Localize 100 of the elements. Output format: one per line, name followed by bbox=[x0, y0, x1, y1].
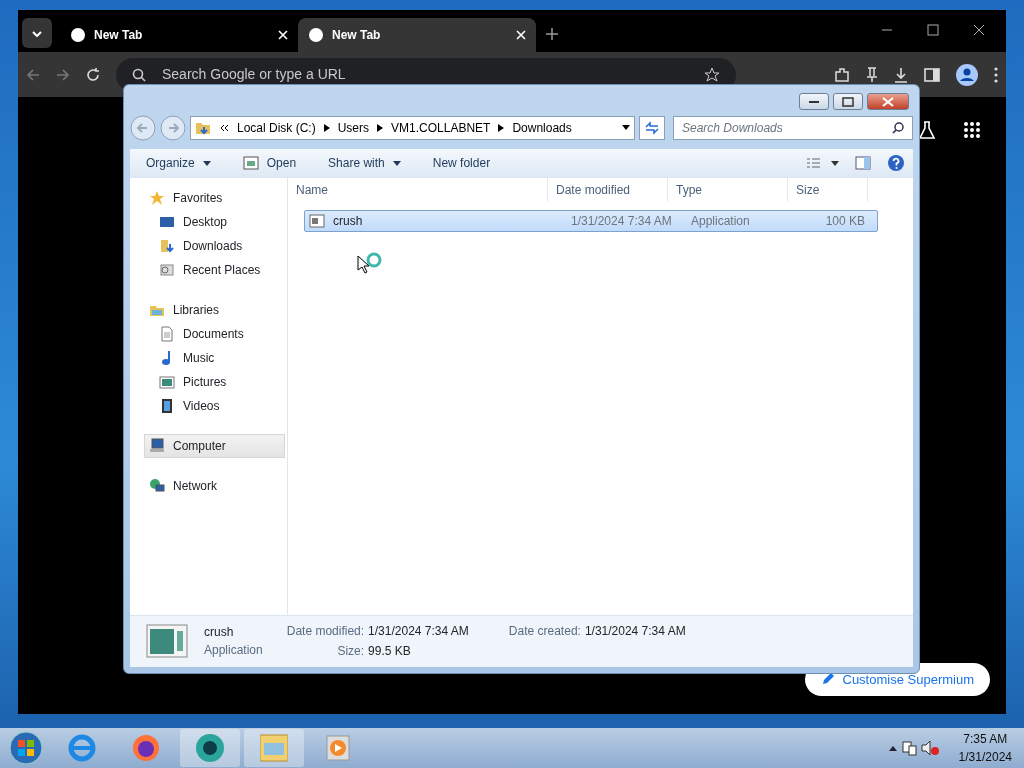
clock-date: 1/31/2024 bbox=[958, 749, 1012, 766]
downloads-icon bbox=[159, 238, 175, 255]
file-name: crush bbox=[204, 624, 235, 642]
nav-item[interactable]: Network bbox=[144, 474, 285, 499]
toolbar-button[interactable]: Organize bbox=[138, 152, 219, 175]
download-icon[interactable] bbox=[894, 66, 908, 83]
close-button[interactable] bbox=[867, 93, 909, 110]
refresh-icon[interactable] bbox=[644, 120, 660, 135]
caret-icon bbox=[392, 160, 401, 166]
tab-title: New Tab bbox=[332, 27, 382, 44]
detail-value: 1/31/2024 7:34 AM bbox=[584, 623, 686, 641]
browser-tab[interactable]: New Tab bbox=[60, 18, 298, 52]
star-icon bbox=[149, 190, 165, 207]
breadcrumb-item[interactable]: Local Disk (C:) bbox=[237, 118, 316, 137]
file-row[interactable]: crush 1/31/2024 7:34 AM Application 100 KB bbox=[304, 210, 878, 233]
show-hidden-icon[interactable] bbox=[888, 745, 897, 751]
forward-icon[interactable] bbox=[56, 67, 70, 82]
column-header[interactable]: Name bbox=[288, 178, 548, 203]
view-icon[interactable] bbox=[807, 157, 839, 170]
triangle-icon bbox=[377, 123, 384, 132]
column-header[interactable]: Date modified bbox=[548, 178, 668, 203]
maximize-icon[interactable] bbox=[842, 96, 854, 107]
detail-label: Size: bbox=[336, 643, 365, 661]
apps-grid-icon[interactable] bbox=[963, 121, 981, 139]
column-header[interactable]: Size bbox=[788, 178, 868, 203]
videos-icon bbox=[159, 398, 175, 415]
toolbar-button[interactable]: Open bbox=[234, 152, 305, 175]
toolbar-button[interactable]: New folder bbox=[424, 152, 499, 175]
browser-tab[interactable]: New Tab bbox=[298, 18, 536, 52]
maximize-button[interactable] bbox=[833, 93, 863, 110]
reload-icon[interactable] bbox=[86, 67, 100, 82]
puzzle-icon[interactable] bbox=[834, 66, 850, 83]
table-cell-text: 100 KB bbox=[824, 213, 866, 231]
application-icon bbox=[146, 624, 188, 659]
pictures-icon bbox=[159, 374, 175, 391]
detail-value: 1/31/2024 7:34 AM bbox=[368, 623, 469, 641]
detail-label: Date modified: bbox=[286, 623, 365, 641]
search-icon bbox=[892, 121, 904, 134]
file-type: Application bbox=[204, 642, 263, 660]
pin-icon[interactable] bbox=[866, 66, 878, 83]
minimize-button[interactable] bbox=[799, 93, 829, 110]
breadcrumb-item[interactable]: Downloads bbox=[512, 118, 572, 137]
file-name: crush bbox=[333, 213, 363, 231]
chevron-down-icon bbox=[32, 30, 42, 37]
search-placeholder: Search Downloads bbox=[682, 119, 784, 137]
taskbar-app-button[interactable] bbox=[180, 729, 240, 767]
table-cell-text: Application bbox=[690, 213, 751, 231]
speaker-muted-icon[interactable] bbox=[920, 740, 939, 756]
window-icon bbox=[242, 156, 259, 171]
clock[interactable]: 7:35 AM 1/31/2024 bbox=[950, 730, 1020, 766]
recent-icon bbox=[159, 262, 175, 279]
toolbar-button[interactable]: Share with bbox=[320, 152, 409, 175]
application-icon bbox=[309, 214, 325, 229]
profile-icon[interactable] bbox=[956, 63, 978, 86]
clock-time: 7:35 AM bbox=[963, 731, 1008, 748]
nav-item[interactable]: Documents bbox=[154, 322, 285, 347]
preview-pane-icon[interactable] bbox=[855, 156, 871, 171]
menu-icon[interactable] bbox=[994, 66, 998, 83]
back-icon[interactable] bbox=[26, 67, 40, 82]
network-icon[interactable] bbox=[900, 740, 917, 756]
search-field[interactable]: Search Downloads bbox=[673, 115, 913, 140]
nav-item[interactable]: Computer bbox=[144, 434, 285, 459]
refresh-button[interactable] bbox=[639, 115, 665, 140]
detail-label: Date created: bbox=[508, 623, 581, 641]
caret-icon bbox=[202, 160, 211, 166]
address-placeholder: Search Google or type a URL bbox=[162, 65, 347, 84]
nav-item[interactable]: Desktop bbox=[154, 210, 285, 235]
document-icon bbox=[159, 326, 175, 343]
nav-item[interactable]: Music bbox=[154, 346, 285, 371]
chevrons-icon bbox=[219, 122, 229, 133]
computer-icon bbox=[149, 438, 165, 455]
network-icon bbox=[149, 478, 165, 495]
pencil-icon bbox=[820, 672, 835, 687]
star-icon[interactable] bbox=[704, 66, 720, 83]
detail-value: 99.5 KB bbox=[368, 643, 412, 661]
plus-icon[interactable] bbox=[546, 28, 558, 40]
nav-item[interactable]: Downloads bbox=[154, 234, 285, 259]
triangle-icon bbox=[498, 123, 505, 132]
address-field[interactable]: Local Disk (C:) Users VM1.COLLABNET Downloads bbox=[190, 115, 635, 140]
triangle-icon bbox=[323, 123, 330, 132]
flask-icon[interactable] bbox=[918, 121, 936, 139]
search-icon bbox=[132, 67, 146, 82]
help-icon[interactable] bbox=[887, 154, 905, 173]
dropdown-icon[interactable] bbox=[622, 125, 630, 131]
nav-item[interactable]: Pictures bbox=[154, 370, 285, 395]
maximize-icon[interactable] bbox=[927, 24, 939, 36]
chromium-browser-icon[interactable] bbox=[196, 734, 224, 762]
breadcrumb-item[interactable]: VM1.COLLABNET bbox=[391, 118, 491, 137]
column-header[interactable]: Type bbox=[668, 178, 788, 203]
table-cell-text: 1/31/2024 7:34 AM bbox=[570, 213, 673, 231]
side-panel-icon[interactable] bbox=[924, 67, 940, 82]
nav-item[interactable]: Favorites bbox=[144, 186, 285, 211]
fox-browser-icon[interactable] bbox=[132, 734, 160, 762]
close-icon[interactable] bbox=[973, 24, 985, 36]
tab-title: New Tab bbox=[94, 27, 144, 44]
nav-item[interactable]: Recent Places bbox=[154, 258, 285, 283]
tab-search-button[interactable] bbox=[22, 18, 52, 48]
nav-item[interactable]: Libraries bbox=[144, 298, 285, 323]
breadcrumb-item[interactable]: Users bbox=[337, 118, 370, 137]
nav-item[interactable]: Videos bbox=[154, 394, 285, 419]
